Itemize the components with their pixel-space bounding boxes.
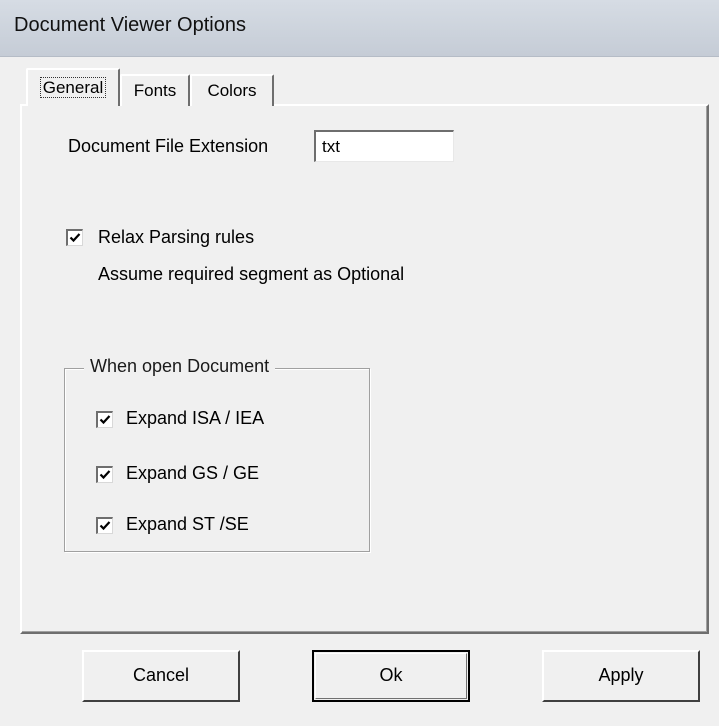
tab-join [28, 103, 118, 107]
tab-fonts[interactable]: Fonts [120, 74, 190, 106]
tab-fonts-label: Fonts [133, 81, 177, 100]
tab-colors[interactable]: Colors [190, 74, 274, 106]
checkmark-icon [99, 521, 111, 531]
tab-general-label: General [39, 77, 107, 98]
extension-label: Document File Extension [68, 136, 269, 156]
expand-isa-iea-label[interactable]: Expand ISA / IEA [126, 408, 264, 429]
tab-general[interactable]: General [26, 68, 120, 106]
checkmark-icon [69, 233, 81, 243]
relax-parsing-label[interactable]: Relax Parsing rules [98, 227, 254, 248]
expand-gs-ge-checkbox[interactable] [96, 466, 113, 483]
ok-button-bevel [315, 653, 467, 699]
tab-colors-label: Colors [207, 81, 257, 100]
window-title: Document Viewer Options [14, 14, 246, 36]
expand-gs-ge-label[interactable]: Expand GS / GE [126, 463, 259, 484]
relax-parsing-description: Assume required segment as Optional [98, 264, 405, 284]
group-title: When open Document [84, 356, 276, 377]
checkmark-icon [99, 470, 111, 480]
checkmark-icon [99, 415, 111, 425]
cancel-button-label: Cancel [132, 665, 190, 685]
cancel-button[interactable]: Cancel [82, 650, 240, 702]
expand-st-se-checkbox[interactable] [96, 517, 113, 534]
expand-isa-iea-checkbox[interactable] [96, 411, 113, 428]
expand-st-se-label[interactable]: Expand ST /SE [126, 514, 249, 535]
apply-button[interactable]: Apply [542, 650, 700, 702]
extension-input[interactable] [314, 130, 454, 162]
relax-parsing-checkbox[interactable] [66, 229, 83, 246]
title-bar[interactable]: Document Viewer Options [0, 0, 719, 57]
apply-button-label: Apply [598, 665, 644, 685]
dialog-window: Document Viewer Options General Fonts Co… [0, 0, 719, 726]
ok-button[interactable]: Ok [312, 650, 470, 702]
